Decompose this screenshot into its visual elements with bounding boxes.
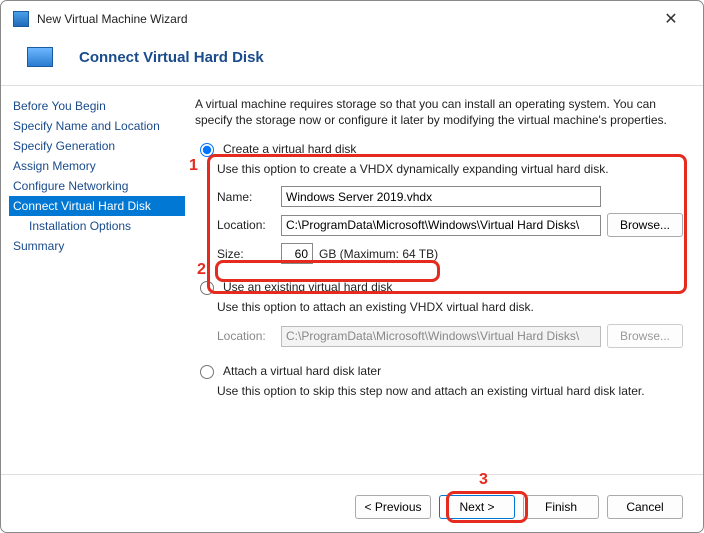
size-suffix: GB (Maximum: 64 TB) [319, 247, 438, 261]
radio-later-label: Attach a virtual hard disk later [223, 364, 381, 378]
intro-text: A virtual machine requires storage so th… [195, 96, 683, 128]
size-label: Size: [217, 247, 275, 261]
close-icon[interactable]: ✕ [651, 5, 691, 33]
browse-button[interactable]: Browse... [607, 213, 683, 237]
nav-assign-memory[interactable]: Assign Memory [9, 156, 185, 176]
nav-configure-networking[interactable]: Configure Networking [9, 176, 185, 196]
radio-existing[interactable] [200, 281, 214, 295]
nav-specify-name[interactable]: Specify Name and Location [9, 116, 185, 136]
nav-installation-options[interactable]: Installation Options [9, 216, 185, 236]
option-create: Create a virtual hard disk Use this opti… [195, 138, 683, 264]
radio-create-label: Create a virtual hard disk [223, 142, 356, 156]
existing-location-input [281, 326, 601, 347]
cancel-button[interactable]: Cancel [607, 495, 683, 519]
wizard-nav: Before You Begin Specify Name and Locati… [1, 86, 187, 465]
location-label: Location: [217, 218, 275, 232]
nav-connect-vhd[interactable]: Connect Virtual Hard Disk [9, 196, 185, 216]
nav-before-you-begin[interactable]: Before You Begin [9, 96, 185, 116]
wizard-header: Connect Virtual Hard Disk [1, 33, 703, 86]
radio-later[interactable] [200, 365, 214, 379]
radio-existing-label: Use an existing virtual hard disk [223, 280, 392, 294]
name-label: Name: [217, 190, 275, 204]
name-input[interactable] [281, 186, 601, 207]
radio-create[interactable] [200, 143, 214, 157]
option-later: Attach a virtual hard disk later Use thi… [195, 360, 683, 398]
location-input[interactable] [281, 215, 601, 236]
option-create-desc: Use this option to create a VHDX dynamic… [195, 162, 683, 176]
app-icon [13, 11, 29, 27]
existing-browse-button: Browse... [607, 324, 683, 348]
header-icon [27, 47, 53, 67]
page-title: Connect Virtual Hard Disk [79, 49, 264, 66]
nav-specify-generation[interactable]: Specify Generation [9, 136, 185, 156]
wizard-window: New Virtual Machine Wizard ✕ Connect Vir… [0, 0, 704, 533]
previous-button[interactable]: < Previous [355, 495, 431, 519]
wizard-content: A virtual machine requires storage so th… [187, 86, 703, 465]
option-existing: Use an existing virtual hard disk Use th… [195, 276, 683, 348]
next-button[interactable]: Next > [439, 495, 515, 519]
option-existing-desc: Use this option to attach an existing VH… [195, 300, 683, 314]
size-input[interactable] [281, 243, 313, 264]
window-title: New Virtual Machine Wizard [37, 12, 651, 26]
titlebar: New Virtual Machine Wizard ✕ [1, 1, 703, 33]
wizard-footer: < Previous Next > Finish Cancel [1, 474, 703, 532]
finish-button[interactable]: Finish [523, 495, 599, 519]
existing-location-label: Location: [217, 329, 275, 343]
nav-summary[interactable]: Summary [9, 236, 185, 256]
option-later-desc: Use this option to skip this step now an… [195, 384, 683, 398]
